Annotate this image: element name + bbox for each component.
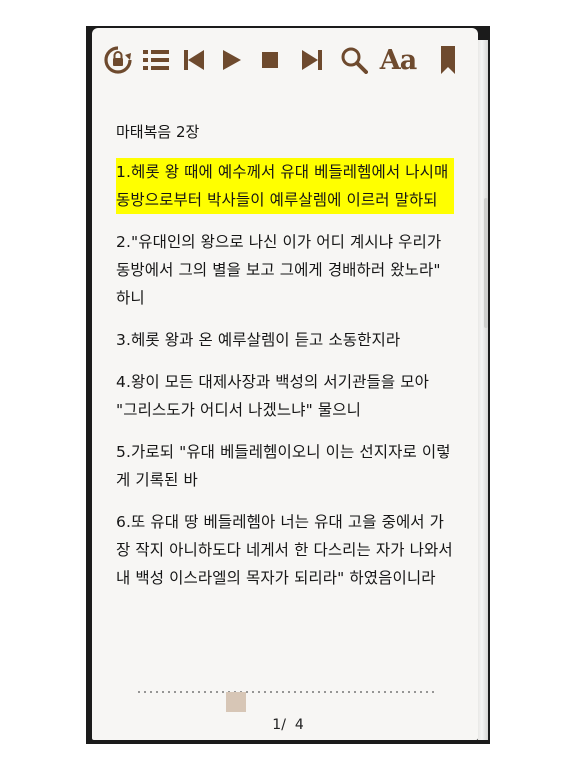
verse-4[interactable]: 4.왕이 모든 대제사장과 백성의 서기관들을 모아 "그리스도가 어디서 나겠… bbox=[116, 368, 454, 424]
verse-1[interactable]: 1.헤롯 왕 때에 예수께서 유대 베들레헴에서 나시매 동방으로부터 박사들이… bbox=[116, 158, 454, 214]
page-edge bbox=[478, 40, 488, 740]
scrollbar[interactable] bbox=[484, 198, 488, 328]
verse-6[interactable]: 6.또 유대 땅 베들레헴아 너는 유대 고을 중에서 가장 작지 아니하도다 … bbox=[116, 508, 454, 592]
search-icon bbox=[341, 47, 368, 74]
chapter-content: 마태복음 2장 1.헤롯 왕 때에 예수께서 유대 베들레헴에서 나시매 동방으… bbox=[116, 118, 454, 606]
next-button[interactable] bbox=[294, 38, 330, 82]
font-size-button[interactable]: Aa bbox=[376, 38, 420, 82]
total-pages: 4 bbox=[294, 717, 304, 733]
bookmark-icon bbox=[441, 46, 455, 74]
verse-2[interactable]: 2."유대인의 왕으로 나신 이가 어디 계시냐 우리가 동방에서 그의 별을 … bbox=[116, 228, 454, 312]
current-page: 1 bbox=[272, 717, 282, 733]
page-slider-thumb[interactable] bbox=[226, 692, 247, 712]
chapter-title: 마태복음 2장 bbox=[116, 123, 200, 141]
play-icon bbox=[223, 50, 241, 70]
search-button[interactable] bbox=[336, 38, 372, 82]
stop-icon bbox=[262, 52, 278, 68]
verse-3[interactable]: 3.헤롯 왕과 온 예루살렘이 듣고 소동한지라 bbox=[116, 326, 454, 354]
page-indicator: 1/ 4 bbox=[240, 714, 336, 736]
play-button[interactable] bbox=[214, 38, 250, 82]
previous-button[interactable] bbox=[176, 38, 212, 82]
rotation-lock-button[interactable] bbox=[100, 38, 136, 82]
rotation-lock-icon bbox=[104, 46, 132, 74]
toolbar: Aa bbox=[100, 38, 470, 84]
skip-next-icon bbox=[302, 50, 322, 70]
list-button[interactable] bbox=[138, 38, 174, 82]
skip-previous-icon bbox=[184, 50, 204, 70]
page-slider-track[interactable] bbox=[136, 690, 438, 694]
font-size-icon: Aa bbox=[379, 44, 417, 76]
list-icon bbox=[143, 50, 169, 70]
stop-button[interactable] bbox=[252, 38, 288, 82]
verse-5[interactable]: 5.가로되 "유대 베들레헴이오니 이는 선지자로 이렇게 기록된 바 bbox=[116, 438, 454, 494]
bookmark-button[interactable] bbox=[430, 38, 466, 82]
